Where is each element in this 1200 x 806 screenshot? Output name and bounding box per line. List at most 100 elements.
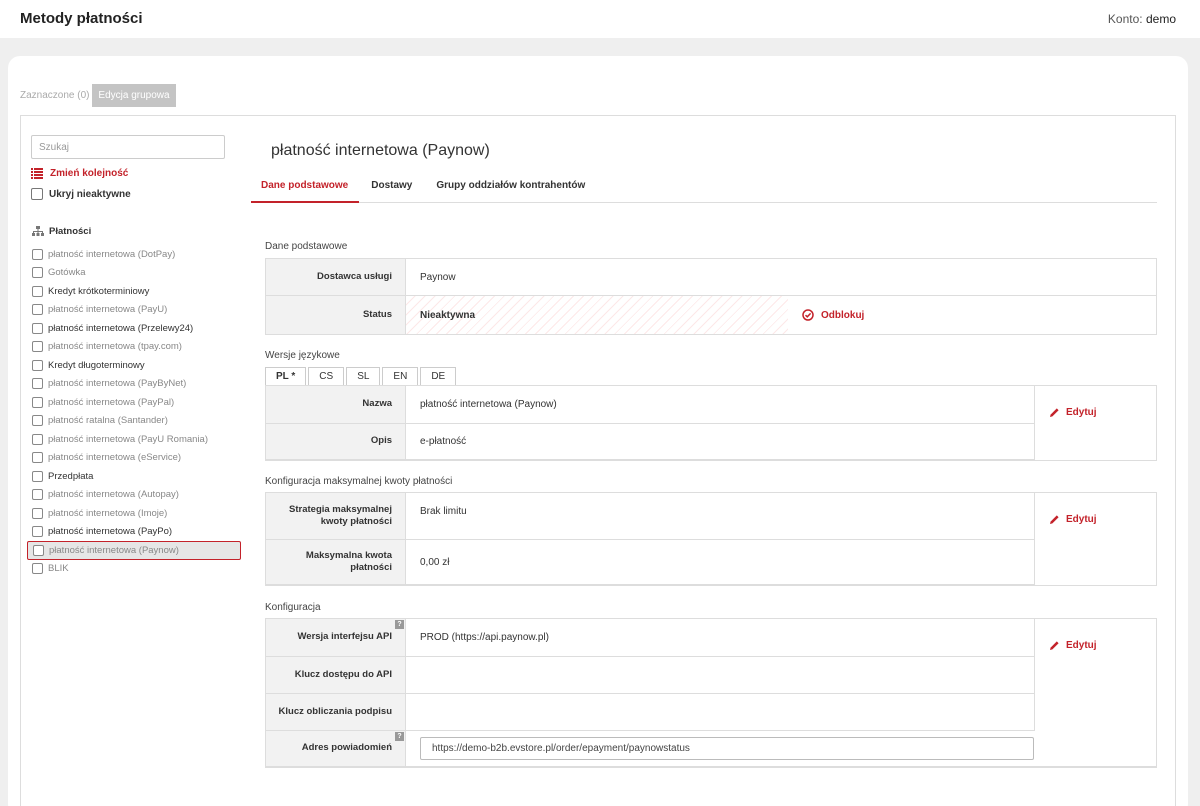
description-row: Opis e-płatność bbox=[266, 424, 1034, 460]
list-item[interactable]: płatność internetowa (Imoje) bbox=[27, 504, 241, 523]
strategy-label-line1: Strategia maksymalnej bbox=[289, 503, 392, 515]
list-item[interactable]: płatność internetowa (Przelewy24) bbox=[27, 319, 241, 338]
item-label: płatność internetowa (PayByNet) bbox=[48, 378, 187, 390]
list-item[interactable]: płatność internetowa (DotPay) bbox=[27, 245, 241, 264]
item-checkbox[interactable] bbox=[32, 507, 43, 519]
detail-title: płatność internetowa (Paynow) bbox=[271, 142, 490, 159]
item-checkbox[interactable] bbox=[32, 322, 43, 334]
list-item[interactable]: płatność internetowa (eService) bbox=[27, 449, 241, 468]
top-bar: Metody płatności Konto: demo bbox=[0, 0, 1200, 38]
item-checkbox[interactable] bbox=[32, 359, 43, 371]
item-checkbox[interactable] bbox=[32, 470, 43, 482]
item-label: płatność internetowa (DotPay) bbox=[48, 248, 176, 260]
status-label: Status bbox=[266, 296, 406, 334]
list-item[interactable]: BLIK bbox=[27, 560, 241, 579]
list-item[interactable]: Przedpłata bbox=[27, 467, 241, 486]
section-configuration: Konfiguracja bbox=[265, 602, 321, 613]
section-language-versions: Wersje językowe bbox=[265, 350, 340, 361]
check-circle-icon bbox=[802, 309, 814, 321]
edit-configuration-button[interactable]: Edytuj bbox=[1049, 640, 1097, 651]
list-item[interactable]: Gotówka bbox=[27, 264, 241, 283]
tree-root-label: Płatności bbox=[49, 226, 92, 237]
strategy-value: Brak limitu bbox=[420, 506, 467, 517]
page-title: Metody płatności bbox=[20, 10, 143, 27]
item-checkbox[interactable] bbox=[32, 248, 43, 260]
max-amount-value: 0,00 zł bbox=[420, 556, 450, 568]
item-checkbox[interactable] bbox=[33, 544, 44, 556]
item-checkbox[interactable] bbox=[32, 433, 43, 445]
item-label: Przedpłata bbox=[48, 470, 94, 482]
lang-tab-cs[interactable]: CS bbox=[308, 367, 345, 386]
item-checkbox[interactable] bbox=[32, 378, 43, 390]
notification-url-row: Adres powiadomień? bbox=[266, 731, 1156, 767]
max-amount-row: Maksymalna kwota płatności 0,00 zł bbox=[266, 540, 1034, 585]
item-checkbox[interactable] bbox=[32, 267, 43, 279]
pencil-icon bbox=[1050, 641, 1059, 650]
help-icon[interactable]: ? bbox=[395, 732, 404, 741]
search-input[interactable] bbox=[31, 135, 225, 159]
edit-label: Edytuj bbox=[1066, 640, 1097, 651]
item-label: płatność internetowa (Autopay) bbox=[48, 489, 179, 501]
list-item[interactable]: płatność internetowa (Autopay) bbox=[27, 486, 241, 505]
sidebar: Zmień kolejność Ukryj nieaktywne Płatnoś… bbox=[20, 115, 252, 806]
unlock-label: Odblokuj bbox=[821, 309, 865, 321]
list-item-selected[interactable]: płatność internetowa (Paynow) bbox=[27, 541, 241, 560]
list-item[interactable]: płatność internetowa (PayU Romania) bbox=[27, 430, 241, 449]
description-label: Opis bbox=[266, 424, 406, 459]
api-key-value bbox=[406, 657, 1034, 693]
item-checkbox[interactable] bbox=[32, 304, 43, 316]
list-item[interactable]: Kredyt długoterminowy bbox=[27, 356, 241, 375]
edit-max-amount-button[interactable]: Edytuj bbox=[1049, 514, 1097, 525]
hide-inactive-toggle[interactable]: Ukryj nieaktywne bbox=[31, 188, 131, 200]
item-checkbox[interactable] bbox=[32, 489, 43, 501]
item-checkbox[interactable] bbox=[32, 396, 43, 408]
list-item[interactable]: płatność internetowa (tpay.com) bbox=[27, 338, 241, 357]
tree-root[interactable]: Płatności bbox=[32, 226, 91, 237]
name-label: Nazwa bbox=[266, 386, 406, 423]
notification-url-cell bbox=[406, 731, 1034, 766]
tab-branch-groups[interactable]: Grupy oddziałów kontrahentów bbox=[424, 169, 597, 203]
list-item[interactable]: płatność ratalna (Santander) bbox=[27, 412, 241, 431]
list-item[interactable]: Kredyt krótkoterminiowy bbox=[27, 282, 241, 301]
tab-deliveries[interactable]: Dostawy bbox=[359, 169, 424, 203]
detail-tabs: Dane podstawowe Dostawy Grupy oddziałów … bbox=[251, 169, 1157, 203]
reorder-link[interactable]: Zmień kolejność bbox=[31, 168, 128, 179]
lang-tab-pl[interactable]: PL * bbox=[265, 367, 307, 386]
list-item[interactable]: płatność internetowa (PayPo) bbox=[27, 523, 241, 542]
edit-label: Edytuj bbox=[1066, 514, 1097, 525]
list-item[interactable]: płatność internetowa (PayPal) bbox=[27, 393, 241, 412]
notification-url-label-text: Adres powiadomień bbox=[301, 742, 392, 754]
lang-tab-sl[interactable]: SL bbox=[346, 367, 381, 386]
item-checkbox[interactable] bbox=[32, 452, 43, 464]
strategy-label-line2: kwoty płatności bbox=[320, 516, 392, 527]
hide-inactive-checkbox[interactable] bbox=[31, 188, 43, 200]
account-info[interactable]: Konto: demo bbox=[1108, 12, 1176, 26]
account-label: Konto: bbox=[1107, 12, 1143, 26]
reorder-label: Zmień kolejność bbox=[50, 168, 129, 179]
item-checkbox[interactable] bbox=[32, 415, 43, 427]
list-item[interactable]: płatność internetowa (PayU) bbox=[27, 301, 241, 320]
signature-key-value bbox=[406, 694, 1034, 730]
group-edit-button[interactable]: Edycja grupowa bbox=[92, 84, 176, 107]
item-label: Kredyt krótkoterminiowy bbox=[48, 285, 150, 297]
pencil-icon bbox=[1050, 515, 1059, 524]
sitemap-icon bbox=[32, 226, 44, 236]
list-item[interactable]: płatność internetowa (PayByNet) bbox=[27, 375, 241, 394]
notification-url-input[interactable] bbox=[420, 737, 1034, 760]
item-checkbox[interactable] bbox=[32, 526, 43, 538]
unlock-button[interactable]: Odblokuj bbox=[788, 296, 1156, 334]
configuration-box: Wersja interfejsu API? PROD (https://api… bbox=[265, 618, 1157, 768]
api-version-label-text: Wersja interfejsu API bbox=[297, 631, 392, 643]
item-label: płatność internetowa (PayPo) bbox=[48, 526, 173, 538]
tab-basic-data[interactable]: Dane podstawowe bbox=[251, 169, 360, 203]
item-checkbox[interactable] bbox=[32, 341, 43, 353]
item-checkbox[interactable] bbox=[32, 285, 43, 297]
help-icon[interactable]: ? bbox=[395, 620, 404, 629]
language-tabs: PL * CS SL EN DE bbox=[265, 367, 458, 386]
item-label: płatność ratalna (Santander) bbox=[48, 415, 168, 427]
lang-tab-en[interactable]: EN bbox=[382, 367, 419, 386]
edit-language-button[interactable]: Edytuj bbox=[1049, 407, 1097, 418]
item-checkbox[interactable] bbox=[32, 563, 43, 575]
item-label: Kredyt długoterminowy bbox=[48, 359, 145, 371]
lang-tab-de[interactable]: DE bbox=[420, 367, 457, 386]
